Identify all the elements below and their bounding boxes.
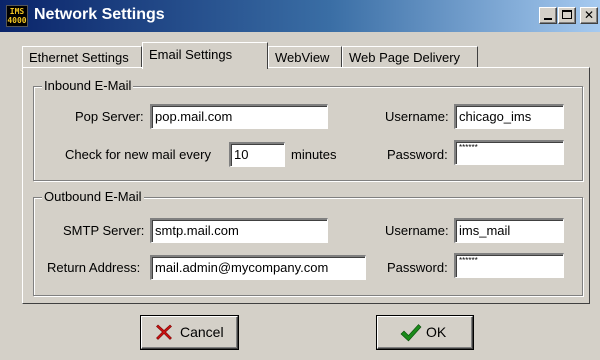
smtp-server-field[interactable]: smtp.mail.com	[150, 218, 328, 243]
return-address-field[interactable]: mail.admin@mycompany.com	[150, 255, 366, 280]
outbound-username-label: Username:	[385, 223, 449, 238]
network-settings-dialog: IMS 4000 Network Settings ✕ Ethernet Set…	[0, 0, 600, 360]
tab-email-settings[interactable]: Email Settings	[142, 42, 268, 69]
inbound-username-field[interactable]: chicago_ims	[454, 104, 564, 129]
tab-ethernet-settings[interactable]: Ethernet Settings	[22, 46, 142, 68]
ok-button-label: OK	[426, 324, 447, 340]
ok-button[interactable]: OK	[377, 316, 473, 349]
outbound-email-legend: Outbound E-Mail	[42, 189, 144, 204]
maximize-icon	[562, 10, 572, 19]
close-icon: ✕	[583, 8, 595, 22]
app-icon-text-bottom: 4000	[7, 16, 27, 25]
inbound-email-legend: Inbound E-Mail	[42, 78, 134, 93]
ims-app-icon: IMS 4000	[6, 5, 28, 27]
inbound-email-group: Inbound E-Mail	[33, 78, 583, 181]
pop-server-field[interactable]: pop.mail.com	[150, 104, 328, 129]
app-icon-text-top: IMS	[9, 7, 25, 16]
inbound-password-field[interactable]: ******	[454, 140, 564, 165]
cancel-button[interactable]: Cancel	[141, 316, 238, 349]
minimize-icon	[544, 18, 552, 20]
outbound-password-label: Password:	[387, 260, 448, 275]
inbound-username-label: Username:	[385, 109, 449, 124]
check-unit-label: minutes	[291, 147, 337, 162]
minimize-button[interactable]	[539, 7, 557, 24]
tab-web-page-delivery[interactable]: Web Page Delivery	[342, 46, 478, 68]
title-bar[interactable]: IMS 4000 Network Settings ✕	[0, 0, 600, 32]
outbound-password-field[interactable]: ******	[454, 253, 564, 278]
smtp-server-label: SMTP Server:	[63, 223, 145, 238]
maximize-button[interactable]	[558, 7, 576, 24]
outbound-username-field[interactable]: ims_mail	[454, 218, 564, 243]
check-mail-label: Check for new mail every	[65, 147, 211, 162]
window-title: Network Settings	[34, 6, 165, 23]
red-x-icon	[156, 324, 172, 340]
green-check-icon	[400, 324, 422, 342]
tab-webview[interactable]: WebView	[268, 46, 342, 68]
close-button[interactable]: ✕	[580, 7, 598, 24]
return-address-label: Return Address:	[47, 260, 141, 275]
check-interval-field[interactable]: 10	[229, 142, 285, 167]
cancel-button-label: Cancel	[180, 324, 224, 340]
outbound-email-group: Outbound E-Mail	[33, 189, 583, 296]
pop-server-label: Pop Server:	[75, 109, 144, 124]
inbound-password-label: Password:	[387, 147, 448, 162]
